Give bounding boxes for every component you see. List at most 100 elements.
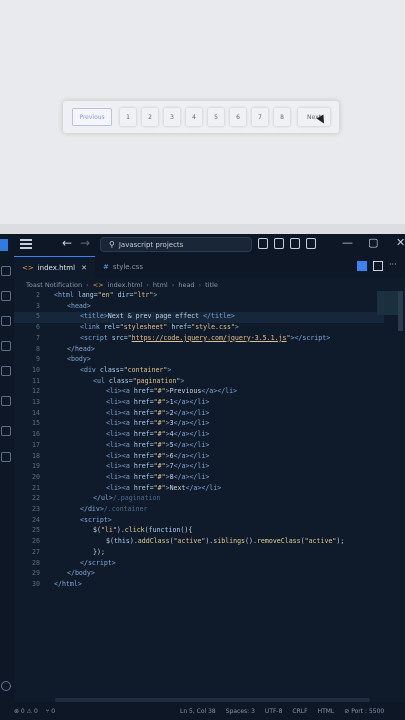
code-text: </div>/.container bbox=[80, 505, 148, 513]
code-text: </html> bbox=[54, 579, 82, 588]
menu-icon[interactable] bbox=[20, 239, 32, 249]
code-line[interactable]: 3 <head> bbox=[14, 302, 384, 313]
breadcrumb-title[interactable]: title bbox=[205, 281, 218, 289]
source-control-icon[interactable] bbox=[1, 316, 11, 326]
code-line[interactable]: 22 </ul>/.pagination bbox=[14, 494, 384, 505]
code-text: <li><a href="#">Next</a></li> bbox=[106, 483, 222, 492]
code-line[interactable]: 27}); bbox=[14, 548, 384, 559]
page-6-button[interactable]: 6 bbox=[230, 108, 246, 126]
code-line[interactable]: 30 </html> bbox=[14, 580, 384, 591]
code-line[interactable]: 24 <script> bbox=[14, 516, 384, 527]
line-number: 15 bbox=[32, 419, 40, 428]
run-debug-icon[interactable] bbox=[1, 341, 11, 351]
code-line[interactable]: 13 <li><a href="#">1</a></li> bbox=[14, 398, 384, 409]
flask-icon[interactable] bbox=[1, 452, 11, 462]
code-line[interactable]: 9 <body> bbox=[14, 355, 384, 366]
line-number: 3 bbox=[36, 301, 40, 310]
chevron-right-icon: › bbox=[198, 280, 202, 289]
language-mode[interactable]: HTML bbox=[318, 708, 335, 715]
page-3-button[interactable]: 3 bbox=[164, 108, 180, 126]
code-line[interactable]: 18 <li><a href="#">6</a></li> bbox=[14, 452, 384, 463]
explorer-icon[interactable] bbox=[1, 266, 11, 276]
tab-label: index.html bbox=[37, 263, 76, 272]
line-number: 25 bbox=[32, 526, 40, 535]
page-1-button[interactable]: 1 bbox=[120, 108, 136, 126]
code-line[interactable]: 19 <li><a href="#">7</a></li> bbox=[14, 462, 384, 473]
page-2-button[interactable]: 2 bbox=[142, 108, 158, 126]
vertical-scrollbar[interactable] bbox=[398, 291, 403, 331]
breadcrumb: Toast Notification › <> index.html › htm… bbox=[14, 278, 405, 291]
code-text: <li><a href="#">4</a></li> bbox=[106, 430, 210, 439]
code-line[interactable]: 10 <div class="container"> bbox=[14, 366, 384, 377]
close-window-icon[interactable]: ✕ bbox=[396, 236, 405, 249]
tab-index-html[interactable]: <> index.html ✕ bbox=[14, 256, 95, 278]
breadcrumb-file[interactable]: index.html bbox=[108, 281, 143, 289]
maximize-icon[interactable]: ▢ bbox=[368, 236, 378, 249]
code-text: </body> bbox=[67, 569, 95, 578]
code-line[interactable]: 8 </head> bbox=[14, 345, 384, 356]
toggle-sidebar-icon[interactable] bbox=[258, 238, 268, 249]
editor-actions: ··· bbox=[357, 261, 399, 271]
code-text: <body> bbox=[67, 355, 91, 364]
code-text: }); bbox=[93, 547, 105, 556]
page-7-button[interactable]: 7 bbox=[252, 108, 268, 126]
page-8-button[interactable]: 8 bbox=[274, 108, 290, 126]
forward-arrow-icon[interactable]: → bbox=[80, 236, 90, 250]
breadcrumb-head[interactable]: head bbox=[178, 281, 194, 289]
code-line[interactable]: 25 $("li").click(function(){ bbox=[14, 526, 384, 537]
line-number: 27 bbox=[32, 547, 40, 556]
search-view-icon[interactable] bbox=[1, 291, 11, 301]
code-text: <li><a href="#">2</a></li> bbox=[106, 408, 210, 417]
page-4-button[interactable]: 4 bbox=[186, 108, 202, 126]
account-icon[interactable] bbox=[1, 681, 11, 691]
code-line[interactable]: 16 <li><a href="#">4</a></li> bbox=[14, 430, 384, 441]
remote-icon[interactable] bbox=[1, 396, 11, 406]
live-server-port[interactable]: ⊘ Port : 5500 bbox=[344, 708, 384, 715]
back-arrow-icon[interactable]: ← bbox=[62, 236, 72, 250]
command-search[interactable]: ⚲ Javascript projects bbox=[100, 237, 252, 252]
code-area[interactable]: 2 <html lang="en" dir="ltr"> 3 <head> 5 <titl… bbox=[14, 291, 405, 691]
code-line[interactable]: 14 <li><a href="#">2</a></li> bbox=[14, 409, 384, 420]
encoding[interactable]: UTF-8 bbox=[265, 708, 283, 715]
code-line[interactable]: 15 <li><a href="#">3</a></li> bbox=[14, 419, 384, 430]
code-line[interactable]: 7 <script src="https://code.jquery.com/jq… bbox=[14, 334, 384, 345]
problems-indicator[interactable]: ⊗ 0 ⚠ 0 bbox=[14, 708, 38, 715]
minimize-icon[interactable]: — bbox=[342, 236, 353, 249]
minimap[interactable] bbox=[377, 291, 399, 315]
tab-style-css[interactable]: # style.css bbox=[95, 256, 151, 278]
code-line[interactable]: 12 <li><a href="#">Previous</a></li> bbox=[14, 387, 384, 398]
code-line[interactable]: 26 $(this).addClass("active").siblings().… bbox=[14, 537, 384, 548]
extensions-icon[interactable] bbox=[1, 366, 11, 376]
code-line[interactable]: 28 </script> bbox=[14, 559, 384, 570]
previous-button[interactable]: Previous bbox=[72, 108, 112, 126]
toggle-panel-icon[interactable] bbox=[274, 238, 284, 249]
code-line[interactable]: 2 <html lang="en" dir="ltr"> bbox=[14, 291, 384, 302]
breadcrumb-root[interactable]: Toast Notification bbox=[26, 281, 82, 289]
testing-icon[interactable] bbox=[1, 426, 11, 436]
customize-layout-icon[interactable] bbox=[306, 238, 316, 249]
code-line[interactable]: 6 <link rel="stylesheet" href="style.css"… bbox=[14, 323, 384, 334]
code-text: </head> bbox=[67, 344, 95, 353]
cursor-position[interactable]: Ln 5, Col 38 bbox=[180, 708, 216, 715]
breadcrumb-html[interactable]: html bbox=[153, 281, 168, 289]
code-line[interactable]: 21 <li><a href="#">Next</a></li> bbox=[14, 484, 384, 495]
line-number: 26 bbox=[32, 537, 40, 546]
ports-indicator[interactable]: ⑂ 0 bbox=[46, 708, 55, 715]
indentation[interactable]: Spaces: 3 bbox=[226, 708, 255, 715]
close-tab-icon[interactable]: ✕ bbox=[81, 264, 87, 272]
code-line[interactable]: 20 <li><a href="#">8</a></li> bbox=[14, 473, 384, 484]
code-text: <link rel="stylesheet" href="style.css"> bbox=[80, 323, 239, 332]
code-line[interactable]: 23 </div>/.container bbox=[14, 505, 384, 516]
code-line[interactable]: 29 </body> bbox=[14, 569, 384, 580]
page-5-button[interactable]: 5 bbox=[208, 108, 224, 126]
code-line[interactable]: 5 <title>Next & prev page effect </title> bbox=[14, 312, 384, 324]
code-line[interactable]: 17 <li><a href="#">5</a></li> bbox=[14, 441, 384, 452]
go-live-icon[interactable] bbox=[357, 261, 367, 271]
code-line[interactable]: 11 <ul class="pagination"> bbox=[14, 377, 384, 388]
code-text: <li><a href="#">3</a></li> bbox=[106, 419, 210, 428]
toggle-secondary-sidebar-icon[interactable] bbox=[290, 238, 300, 249]
more-actions-icon[interactable]: ··· bbox=[389, 261, 399, 271]
split-editor-icon[interactable] bbox=[373, 261, 383, 271]
line-ending[interactable]: CRLF bbox=[292, 708, 307, 715]
line-number: 10 bbox=[32, 365, 40, 374]
